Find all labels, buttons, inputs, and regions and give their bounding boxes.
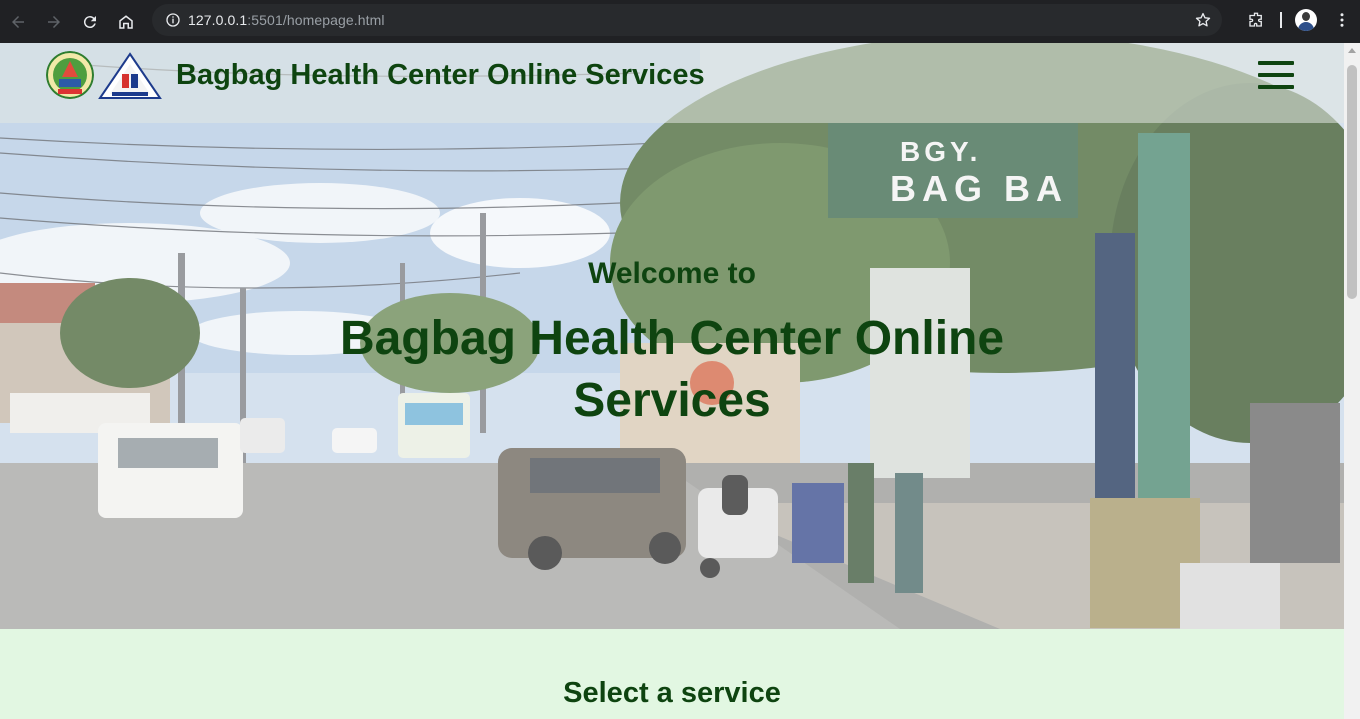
puzzle-icon <box>1249 12 1262 27</box>
url-path: :5501/homepage.html <box>247 12 385 28</box>
back-button[interactable] <box>0 2 36 42</box>
avatar <box>1295 9 1317 31</box>
reload-icon <box>83 15 96 28</box>
service-heading: Select a service <box>563 677 781 709</box>
profile-button[interactable] <box>1288 0 1324 40</box>
menu-button[interactable] <box>1324 0 1360 40</box>
reload-button[interactable] <box>72 2 108 42</box>
forward-button[interactable] <box>36 2 72 42</box>
url-text[interactable]: 127.0.0.1:5501/homepage.html <box>188 12 385 28</box>
page-scrollbar[interactable] <box>1344 43 1360 719</box>
more-vert-icon <box>1340 13 1344 27</box>
browser-toolbar: 127.0.0.1:5501/homepage.html <box>0 0 1360 43</box>
page-viewport: BGY. BAG BA Bagbag Health Center Online … <box>0 43 1344 719</box>
site-header: Bagbag Health Center Online Services <box>0 43 1344 123</box>
scroll-up-arrow[interactable] <box>1348 48 1356 53</box>
extensions-button[interactable] <box>1238 0 1274 40</box>
home-icon <box>119 14 133 29</box>
bookmark-star-icon[interactable] <box>1194 11 1212 29</box>
welcome-text: Welcome to <box>588 257 756 290</box>
scrollbar-thumb[interactable] <box>1347 65 1357 299</box>
hero-title: Bagbag Health Center Online Services <box>339 312 1005 427</box>
arrow-right-icon <box>48 15 60 28</box>
home-button[interactable] <box>108 2 144 42</box>
toolbar-divider <box>1280 12 1282 28</box>
dilg-logo[interactable] <box>98 52 162 100</box>
hamburger-menu-icon[interactable] <box>1258 61 1294 91</box>
site-info-icon[interactable] <box>158 12 188 28</box>
arrow-left-icon <box>12 15 24 28</box>
address-bar[interactable]: 127.0.0.1:5501/homepage.html <box>152 4 1222 36</box>
service-section: Select a service <box>0 629 1344 719</box>
site-title[interactable]: Bagbag Health Center Online Services <box>176 59 705 92</box>
barangay-seal-logo[interactable] <box>46 51 94 99</box>
url-host: 127.0.0.1 <box>188 12 248 28</box>
